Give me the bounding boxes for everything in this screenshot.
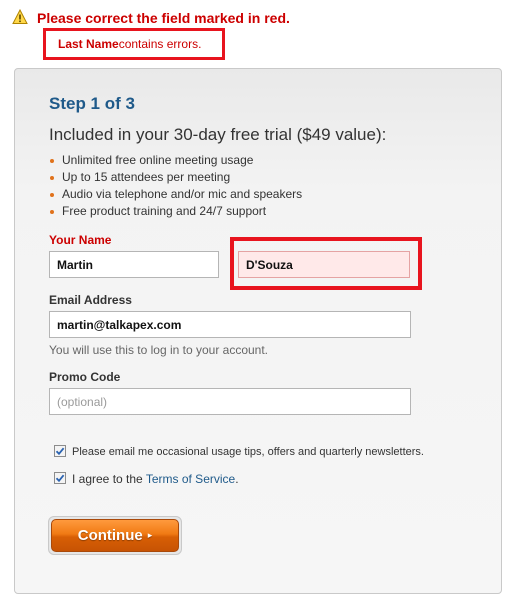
email-hint: You will use this to log in to your acco…	[49, 343, 269, 357]
promo-code-label: Promo Code	[49, 370, 121, 384]
step-title: Step 1 of 3	[49, 94, 135, 113]
continue-button[interactable]: Continue ▸	[51, 519, 179, 552]
list-item: Free product training and 24/7 support	[49, 203, 302, 220]
newsletter-checkbox[interactable]	[54, 445, 66, 457]
agree-prefix: I agree to the	[72, 472, 146, 486]
error-highlight-box	[230, 237, 422, 290]
your-name-label: Your Name	[49, 233, 112, 247]
email-field[interactable]	[49, 311, 411, 338]
list-item: Audio via telephone and/or mic and speak…	[49, 186, 302, 203]
field-error-message: Last Name contains errors.	[43, 28, 225, 60]
trial-heading: Included in your 30-day free trial ($49 …	[49, 125, 387, 144]
list-item: Unlimited free online meeting usage	[49, 152, 302, 169]
first-name-field[interactable]	[49, 251, 219, 278]
agree-suffix: .	[235, 472, 239, 486]
email-label: Email Address	[49, 293, 132, 307]
error-field-text: contains errors.	[118, 37, 202, 51]
newsletter-label: Please email me occasional usage tips, o…	[72, 446, 424, 458]
warning-icon	[12, 8, 28, 25]
checkmark-icon	[55, 474, 65, 483]
error-field-name: Last Name	[58, 37, 119, 51]
agree-terms-checkbox[interactable]	[54, 472, 66, 484]
agree-terms-label: I agree to the Terms of Service.	[72, 472, 239, 486]
error-title: Please correct the field marked in red.	[37, 10, 290, 26]
continue-label: Continue	[77, 527, 143, 544]
checkmark-icon	[55, 447, 65, 456]
continue-button-frame: Continue ▸	[48, 516, 182, 555]
arrow-right-icon: ▸	[147, 530, 153, 540]
list-item: Up to 15 attendees per meeting	[49, 169, 302, 186]
promo-code-field[interactable]	[49, 388, 411, 415]
terms-of-service-link[interactable]: Terms of Service	[146, 472, 235, 486]
benefit-list: Unlimited free online meeting usage Up t…	[49, 152, 302, 220]
